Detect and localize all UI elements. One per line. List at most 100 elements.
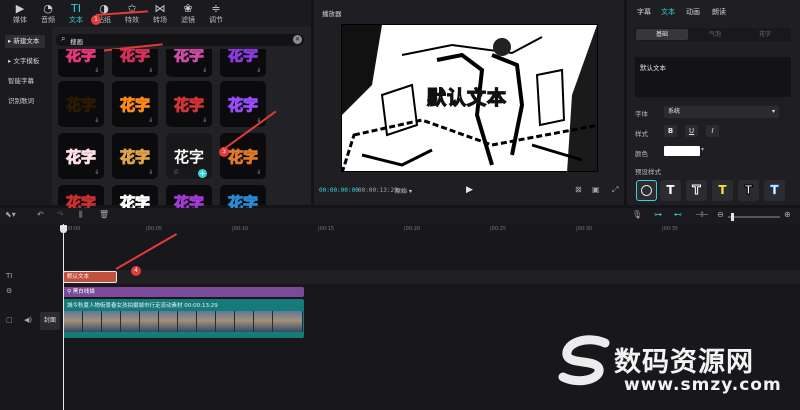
preset-style-blue[interactable]: T bbox=[764, 180, 785, 201]
text-content-field[interactable]: 默认文本 bbox=[635, 57, 791, 97]
ruler-tick: |00:10 bbox=[232, 226, 249, 232]
text-preset-tile-selected[interactable]: 花字 ☆ + bbox=[166, 133, 212, 179]
tab-text-properties[interactable]: 文本 bbox=[661, 7, 675, 17]
bold-button[interactable]: B bbox=[664, 125, 677, 137]
subtab-basic[interactable]: 基础 bbox=[636, 29, 688, 40]
effect-clip[interactable]: ⚲ 黑白线描 bbox=[63, 287, 304, 297]
ruler-tick: |00:05 bbox=[146, 226, 163, 232]
track-lock-icon[interactable]: ▢ bbox=[6, 316, 13, 324]
ratio-icon[interactable]: ▣ bbox=[592, 185, 600, 194]
sidebar-item-new-text[interactable]: ▸ 新建文本 bbox=[5, 35, 45, 48]
play-button[interactable]: ▶ bbox=[466, 185, 473, 195]
color-label: 颜色 bbox=[635, 150, 648, 158]
color-swatch[interactable] bbox=[664, 146, 700, 156]
sidebar-item-lyrics[interactable]: 识别歌词 bbox=[5, 95, 45, 108]
zoom-out-icon[interactable]: ⊖ bbox=[717, 210, 724, 219]
video-thumbnail bbox=[121, 311, 140, 332]
search-icon: ⌕ bbox=[61, 34, 66, 43]
fullscreen-icon[interactable]: ⤢ bbox=[612, 185, 618, 195]
left-sidebar bbox=[0, 27, 52, 205]
tab-adjust[interactable]: ≑ 调节 bbox=[201, 2, 231, 25]
watermark-url: www.smzy.com bbox=[624, 375, 782, 395]
effect-clip-icon: ⚲ bbox=[67, 289, 72, 295]
video-preview[interactable]: 默认文本 bbox=[341, 24, 598, 172]
annotation-badge-4: 4 bbox=[131, 266, 141, 276]
preset-style-none[interactable] bbox=[636, 180, 657, 201]
magnet-icon[interactable]: ⊶ bbox=[654, 210, 662, 219]
download-icon: ⇓ bbox=[255, 169, 261, 176]
sidebar-bullet: ▸ bbox=[8, 57, 12, 65]
delete-icon[interactable]: 🗑 bbox=[99, 210, 109, 219]
preset-style-white[interactable]: T bbox=[660, 180, 681, 201]
tab-media[interactable]: ▶ 媒体 bbox=[5, 2, 35, 25]
video-thumbnail bbox=[159, 311, 178, 332]
ratio-select[interactable]: 原始 ▾ bbox=[395, 186, 412, 195]
font-select[interactable]: 系统 ▾ bbox=[664, 106, 779, 118]
text-clip[interactable]: 默认文本 bbox=[63, 271, 117, 283]
text-preset-tile[interactable]: 花字 bbox=[220, 185, 266, 212]
preset-style-label: 预设样式 bbox=[635, 168, 661, 176]
split-icon[interactable]: ⫼ bbox=[79, 210, 83, 220]
tab-subtitle[interactable]: 字幕 bbox=[637, 7, 651, 17]
text-preset-tile[interactable]: 花字 ⇓ bbox=[58, 133, 104, 179]
preview-axis-icon[interactable]: ⊣⊢ bbox=[695, 210, 709, 219]
preset-style-yellow[interactable]: T bbox=[712, 180, 733, 201]
clear-search-icon[interactable]: ✕ bbox=[293, 35, 302, 44]
text-preset-tile[interactable]: 花字 ⇓ bbox=[112, 81, 158, 127]
filter-icon: ❀ bbox=[183, 2, 193, 15]
sidebar-item-text-template[interactable]: ▸ 文字模板 bbox=[5, 55, 45, 68]
ruler-tick: |00:30 bbox=[576, 226, 593, 232]
sidebar-item-auto-captions[interactable]: 智能字幕 bbox=[5, 75, 45, 88]
preset-style-black-outline[interactable]: T bbox=[738, 180, 759, 201]
add-icon[interactable]: + bbox=[198, 169, 207, 178]
text-preset-tile[interactable]: 花字 bbox=[58, 185, 104, 212]
chevron-down-icon: ▾ bbox=[771, 108, 775, 115]
playhead[interactable] bbox=[63, 224, 64, 410]
underline-button[interactable]: U bbox=[685, 125, 698, 137]
tab-animation[interactable]: 动画 bbox=[686, 7, 700, 17]
undo-icon[interactable]: ↶ bbox=[37, 210, 44, 219]
track-audio-icon[interactable]: ◀) bbox=[24, 316, 32, 324]
download-icon: ⇓ bbox=[201, 67, 207, 74]
chevron-down-icon[interactable]: ▾ bbox=[701, 146, 704, 153]
link-icon[interactable]: ⊷ bbox=[674, 210, 682, 219]
text-preset-tile[interactable]: 花字 ⇓ bbox=[58, 81, 104, 127]
preview-overlay-text[interactable]: 默认文本 bbox=[426, 83, 507, 110]
text-preset-tile[interactable]: 花字 ⇓ bbox=[166, 81, 212, 127]
subtab-fancy[interactable]: 花字 bbox=[740, 29, 790, 40]
waveform-icon[interactable]: ⊠ bbox=[575, 185, 582, 194]
cover-button[interactable]: 封面 bbox=[40, 312, 60, 330]
search-input[interactable]: 搜画 bbox=[70, 36, 83, 46]
favorite-icon[interactable]: ☆ bbox=[173, 168, 179, 176]
playhead-handle[interactable] bbox=[60, 225, 67, 233]
download-icon: ⇓ bbox=[93, 67, 99, 74]
download-icon: ⇓ bbox=[147, 117, 153, 124]
tab-filter[interactable]: ❀ 滤镜 bbox=[173, 2, 203, 25]
zoom-slider-handle[interactable] bbox=[731, 213, 734, 221]
text-preset-tile[interactable]: 花字 bbox=[166, 185, 212, 212]
tab-audio[interactable]: ◔ 音频 bbox=[33, 2, 63, 25]
subtab-bubble[interactable]: 气泡 bbox=[690, 29, 740, 40]
video-thumbnail bbox=[178, 311, 197, 332]
duration: 00:00:13:29 bbox=[358, 187, 398, 194]
ruler-tick: 00:00 bbox=[66, 226, 81, 232]
zoom-slider[interactable] bbox=[728, 213, 780, 221]
italic-button[interactable]: I bbox=[706, 125, 719, 137]
tab-read-aloud[interactable]: 朗读 bbox=[712, 7, 726, 17]
text-preset-tile[interactable]: 花字 ⇓ bbox=[112, 133, 158, 179]
download-icon: ⇓ bbox=[93, 169, 99, 176]
preset-style-outline[interactable]: T bbox=[686, 180, 707, 201]
text-track-row bbox=[62, 270, 800, 284]
text-preset-tile[interactable]: 花字 ⇓ bbox=[220, 81, 266, 127]
tab-transition[interactable]: ⋈ 转场 bbox=[145, 2, 175, 25]
microphone-icon[interactable]: 🎙 bbox=[632, 210, 642, 219]
search-bar[interactable] bbox=[56, 34, 304, 46]
watermark-logo-icon bbox=[558, 335, 610, 386]
zoom-in-icon[interactable]: ⊕ bbox=[784, 210, 791, 219]
text-icon: TI bbox=[71, 2, 81, 15]
tab-text[interactable]: TI 文本 bbox=[61, 2, 91, 25]
text-preset-tile[interactable]: 花字 bbox=[112, 185, 158, 212]
adjust-icon: ≑ bbox=[211, 2, 221, 15]
select-tool-icon[interactable]: ⬉▾ bbox=[5, 210, 16, 219]
redo-icon[interactable]: ↷ bbox=[57, 210, 64, 219]
